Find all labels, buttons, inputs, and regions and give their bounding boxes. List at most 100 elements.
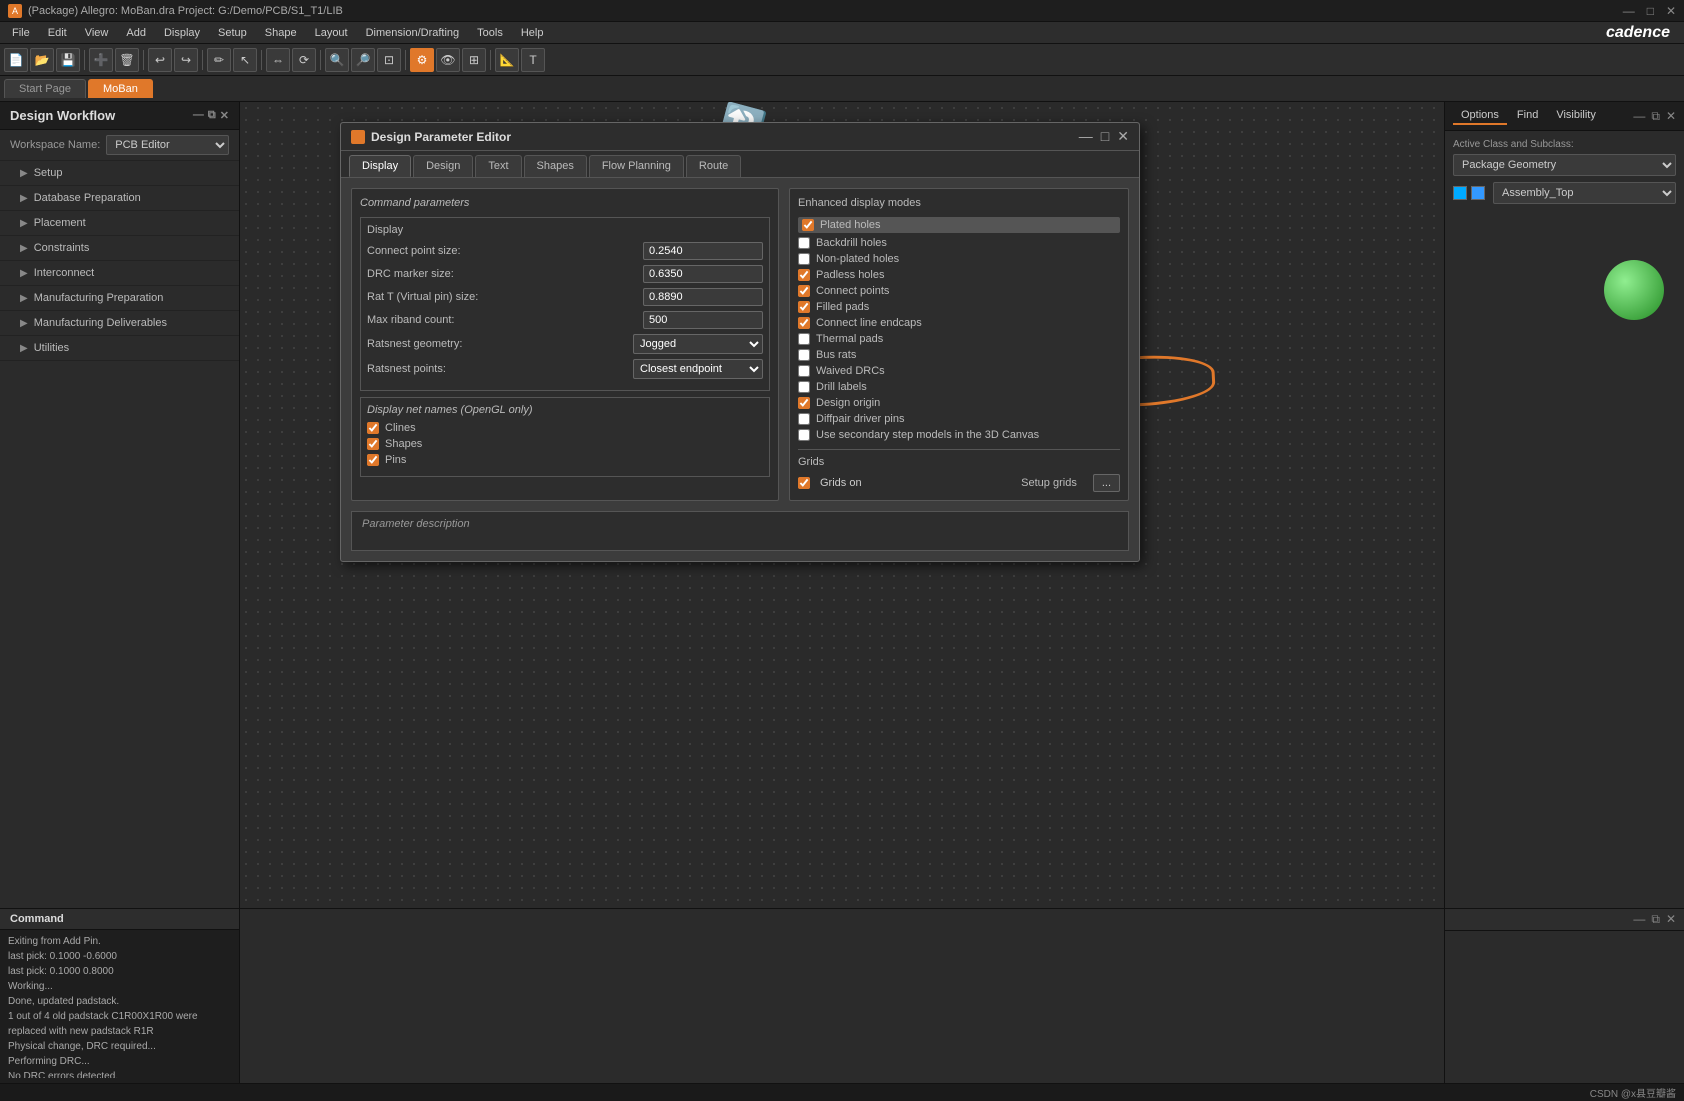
tb-rotate[interactable]: ⟳: [292, 48, 316, 72]
rp-close[interactable]: ✕: [1666, 109, 1676, 124]
tb-measure[interactable]: 📐: [495, 48, 519, 72]
menu-help[interactable]: Help: [513, 25, 552, 41]
chk-connect-pts[interactable]: [798, 285, 810, 297]
chk-padless[interactable]: [798, 269, 810, 281]
tb-zoom-out[interactable]: 🔎: [351, 48, 375, 72]
chk-shapes[interactable]: [367, 438, 379, 450]
chk-filled-pads[interactable]: [798, 301, 810, 313]
tb-add[interactable]: ➕: [89, 48, 113, 72]
tb-new[interactable]: 📄: [4, 48, 28, 72]
chk-diffpair[interactable]: [798, 413, 810, 425]
rp-float[interactable]: ⧉: [1651, 109, 1660, 124]
param-input-ratt[interactable]: [643, 288, 763, 306]
minimize-btn[interactable]: —: [1623, 4, 1635, 18]
class-dropdown[interactable]: Package Geometry: [1453, 154, 1676, 176]
chk-design-origin[interactable]: [798, 397, 810, 409]
setup-grids-btn[interactable]: ...: [1093, 474, 1120, 492]
menu-layout[interactable]: Layout: [307, 25, 356, 41]
menu-edit[interactable]: Edit: [40, 25, 75, 41]
dialog-tab-shapes[interactable]: Shapes: [524, 155, 587, 177]
menu-dimension[interactable]: Dimension/Drafting: [358, 25, 468, 41]
sidebar-item-mfg-deliverables[interactable]: ▶ Manufacturing Deliverables: [0, 311, 239, 336]
chk-nonplated[interactable]: [798, 253, 810, 265]
chk-thermal[interactable]: [798, 333, 810, 345]
dialog-close[interactable]: ✕: [1117, 128, 1129, 145]
param-input-connect[interactable]: [643, 242, 763, 260]
param-select-ratsnest-geo[interactable]: Jogged Straight: [633, 334, 763, 354]
panel-float-btn[interactable]: ⧉: [208, 109, 216, 122]
chk-nonplated-label: Non-plated holes: [816, 253, 899, 265]
chk-connect-endcaps[interactable]: [798, 317, 810, 329]
tb-select[interactable]: ↖: [233, 48, 257, 72]
tab-moban[interactable]: MoBan: [88, 79, 153, 98]
dialog-maximize[interactable]: □: [1101, 128, 1109, 145]
sidebar-item-utilities[interactable]: ▶ Utilities: [0, 336, 239, 361]
rb-close[interactable]: ✕: [1666, 912, 1676, 927]
rp-tab-options[interactable]: Options: [1453, 107, 1507, 125]
right-bottom-controls[interactable]: — ⧉ ✕: [1633, 912, 1676, 927]
rp-minimize[interactable]: —: [1633, 109, 1645, 124]
close-btn[interactable]: ✕: [1666, 4, 1676, 18]
tb-delete[interactable]: 🗑: [115, 48, 139, 72]
sidebar-item-placement[interactable]: ▶ Placement: [0, 211, 239, 236]
tb-settings[interactable]: ⚙: [410, 48, 434, 72]
tb-layers[interactable]: ⊞: [462, 48, 486, 72]
dialog-minimize[interactable]: —: [1079, 128, 1093, 145]
chk-3dcanvas[interactable]: [798, 429, 810, 441]
chk-drill-labels[interactable]: [798, 381, 810, 393]
tb-undo[interactable]: ↩: [148, 48, 172, 72]
chk-bus-rats[interactable]: [798, 349, 810, 361]
dialog-tab-route[interactable]: Route: [686, 155, 741, 177]
menu-display[interactable]: Display: [156, 25, 208, 41]
right-panel-controls[interactable]: — ⧉ ✕: [1633, 109, 1676, 124]
menu-setup[interactable]: Setup: [210, 25, 255, 41]
chk-pins[interactable]: [367, 454, 379, 466]
menu-add[interactable]: Add: [118, 25, 154, 41]
menu-view[interactable]: View: [77, 25, 117, 41]
pcb-canvas[interactable]: 🔃 Design Parameter Editor — □ ✕: [240, 102, 1444, 908]
sidebar-item-mfg-prep[interactable]: ▶ Manufacturing Preparation: [0, 286, 239, 311]
panel-minimize-btn[interactable]: —: [193, 109, 204, 122]
tb-eye[interactable]: 👁: [436, 48, 460, 72]
chk-backdrill[interactable]: [798, 237, 810, 249]
chk-clines[interactable]: [367, 422, 379, 434]
tb-redo[interactable]: ↪: [174, 48, 198, 72]
sidebar-item-constraints[interactable]: ▶ Constraints: [0, 236, 239, 261]
subclass-dropdown[interactable]: Assembly_Top: [1493, 182, 1676, 204]
tb-save[interactable]: 💾: [56, 48, 80, 72]
tb-zoom-in[interactable]: 🔍: [325, 48, 349, 72]
panel-close-btn[interactable]: ✕: [220, 109, 229, 122]
tab-start-page[interactable]: Start Page: [4, 79, 86, 98]
tb-open[interactable]: 📂: [30, 48, 54, 72]
dialog-tab-flow[interactable]: Flow Planning: [589, 155, 684, 177]
workspace-select[interactable]: PCB Editor: [106, 135, 229, 155]
param-input-maxriband[interactable]: [643, 311, 763, 329]
sidebar-item-interconnect[interactable]: ▶ Interconnect: [0, 261, 239, 286]
menu-file[interactable]: File: [4, 25, 38, 41]
rp-tab-visibility[interactable]: Visibility: [1548, 107, 1604, 125]
chk-plated-holes[interactable]: [802, 219, 814, 231]
panel-header-controls[interactable]: — ⧉ ✕: [193, 109, 229, 122]
sidebar-item-setup[interactable]: ▶ Setup: [0, 161, 239, 186]
dialog-tab-text[interactable]: Text: [475, 155, 521, 177]
sidebar-item-database[interactable]: ▶ Database Preparation: [0, 186, 239, 211]
title-bar-controls[interactable]: — □ ✕: [1623, 4, 1676, 18]
param-input-drc[interactable]: [643, 265, 763, 283]
rb-minimize[interactable]: —: [1633, 912, 1645, 927]
dialog-controls[interactable]: — □ ✕: [1079, 128, 1129, 145]
maximize-btn[interactable]: □: [1647, 4, 1654, 18]
rp-tab-find[interactable]: Find: [1509, 107, 1546, 125]
tb-text[interactable]: T: [521, 48, 545, 72]
param-select-ratsnest-pts[interactable]: Closest endpoint Center: [633, 359, 763, 379]
menu-shape[interactable]: Shape: [257, 25, 305, 41]
tb-pencil[interactable]: ✏: [207, 48, 231, 72]
chk-grids-on[interactable]: [798, 477, 810, 489]
tb-zoom-fit[interactable]: ⊡: [377, 48, 401, 72]
rb-float[interactable]: ⧉: [1651, 912, 1660, 927]
dialog-tab-display[interactable]: Display: [349, 155, 411, 177]
dialog-tab-design[interactable]: Design: [413, 155, 473, 177]
param-desc-label: Parameter description: [362, 518, 470, 530]
tb-mirror[interactable]: ⇔: [266, 48, 290, 72]
chk-waived[interactable]: [798, 365, 810, 377]
menu-tools[interactable]: Tools: [469, 25, 511, 41]
